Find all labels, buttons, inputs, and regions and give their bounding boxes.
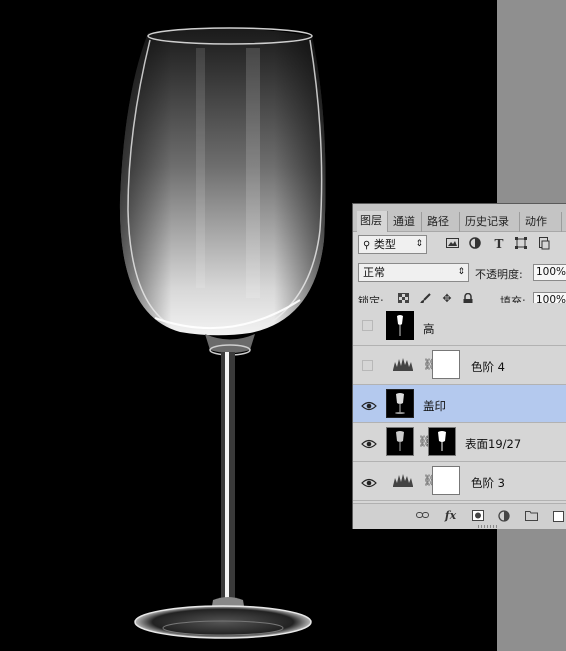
layer-row-levels-4[interactable]: ⛓ 色阶 4 <box>353 346 566 385</box>
layer-row-gao[interactable]: 高 <box>353 303 566 346</box>
mask-link-icon[interactable]: ⛓ <box>418 436 432 448</box>
visibility-toggle-off[interactable] <box>362 320 373 331</box>
levels-icon <box>389 350 417 379</box>
fx-icon[interactable]: fx <box>444 510 457 522</box>
new-adjustment-icon[interactable] <box>497 510 510 522</box>
resize-grip[interactable] <box>478 525 498 528</box>
layers-panel-footer: fx <box>353 503 566 529</box>
type-filter-icon[interactable]: T <box>492 237 506 251</box>
shape-filter-icon[interactable] <box>514 237 528 251</box>
levels-icon <box>389 466 417 495</box>
filter-kind-label: 类型 <box>373 238 396 251</box>
layer-mask-thumbnail[interactable] <box>432 350 460 379</box>
tab-history[interactable]: 历史记录 <box>462 212 520 232</box>
layer-row-surface[interactable]: ⛓ 表面19/27 <box>353 423 566 462</box>
tab-actions[interactable]: 动作 <box>522 212 562 232</box>
link-layers-icon[interactable] <box>416 510 429 522</box>
layer-name: 表面19/27 <box>465 437 522 451</box>
layer-name: 高 <box>423 322 435 336</box>
eye-icon[interactable] <box>361 435 377 449</box>
new-group-icon[interactable] <box>525 510 538 522</box>
eye-icon[interactable] <box>361 474 377 488</box>
mask-link-icon[interactable]: ⛓ <box>423 359 437 371</box>
layer-name: 色阶 4 <box>471 360 505 374</box>
visibility-toggle-off[interactable] <box>362 360 373 371</box>
layers-list: 高 ⛓ 色阶 4 盖印 ⛓ 表面19/27 ⛓ 色阶 3 <box>353 303 566 503</box>
blend-mode-value: 正常 <box>363 266 385 279</box>
adjustment-filter-icon[interactable] <box>468 237 482 251</box>
layer-filter-row: ⚲ 类型 ⇕ T <box>353 232 566 259</box>
layer-thumbnail <box>386 427 414 456</box>
layer-mask-thumbnail[interactable] <box>428 427 456 456</box>
layer-name: 盖印 <box>423 399 446 413</box>
layer-row-stamp[interactable]: 盖印 <box>353 385 566 423</box>
mask-link-icon[interactable]: ⛓ <box>423 475 437 487</box>
updown-arrows-icon: ⇕ <box>415 239 423 249</box>
blend-row: 正常 ⇕ 不透明度: 100% <box>353 261 566 285</box>
filter-kind-select[interactable]: ⚲ 类型 ⇕ <box>358 235 427 254</box>
search-icon: ⚲ <box>363 240 371 251</box>
tab-layers[interactable]: 图层 <box>357 211 388 232</box>
tab-channels[interactable]: 通道 <box>390 212 422 232</box>
opacity-label: 不透明度: <box>475 268 523 281</box>
layers-panel: 图层 通道 路径 历史记录 动作 ⚲ 类型 ⇕ T 正常 ⇕ 不透明度: 100 <box>352 203 566 529</box>
smart-object-filter-icon[interactable] <box>537 237 551 251</box>
updown-arrows-icon: ⇕ <box>457 267 465 277</box>
blend-mode-select[interactable]: 正常 ⇕ <box>358 263 469 282</box>
add-mask-icon[interactable] <box>471 510 484 522</box>
new-layer-icon[interactable] <box>552 510 565 522</box>
layer-thumbnail <box>386 389 414 418</box>
layer-name: 色阶 3 <box>471 476 505 490</box>
layer-row-levels-3[interactable]: ⛓ 色阶 3 <box>353 462 566 501</box>
layer-thumbnail <box>386 311 414 340</box>
image-filter-icon[interactable] <box>445 237 459 251</box>
tab-paths[interactable]: 路径 <box>424 212 460 232</box>
panel-tab-bar: 图层 通道 路径 历史记录 动作 <box>353 204 566 232</box>
layer-mask-thumbnail[interactable] <box>432 466 460 495</box>
eye-icon[interactable] <box>361 397 377 411</box>
opacity-field[interactable]: 100% <box>533 264 566 281</box>
